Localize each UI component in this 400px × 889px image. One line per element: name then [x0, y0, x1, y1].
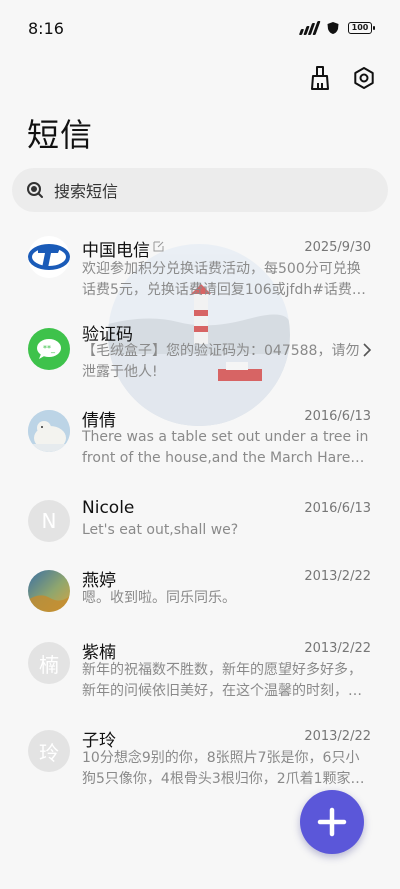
edit-icon: [153, 241, 164, 252]
letter-avatar: 楠: [28, 642, 70, 684]
polar-bear-photo-icon: [28, 410, 70, 452]
conversation-date: 2013/2/22: [304, 729, 371, 744]
new-message-button[interactable]: [300, 790, 364, 854]
settings-hexagon-icon: [354, 67, 374, 89]
search-icon: [27, 182, 43, 198]
sms-avatar: **_: [28, 328, 70, 370]
svg-text:**_: **_: [43, 344, 56, 353]
china-telecom-avatar: [28, 236, 70, 278]
clean-button[interactable]: [306, 64, 334, 92]
polar-bear-avatar: [28, 410, 70, 452]
top-actions: [306, 64, 378, 92]
conversation-preview: Let's eat out,shall we?: [82, 522, 239, 538]
search-placeholder: 搜索短信: [54, 182, 119, 201]
conversation-name: Nicole: [82, 498, 135, 518]
conversation-name: 中国电信: [82, 241, 150, 261]
conversation-row[interactable]: 倩倩 2016/6/13 There was a table set out u…: [0, 404, 400, 496]
conversation-date: 2016/6/13: [304, 409, 371, 424]
letter-avatar: N: [28, 500, 70, 542]
search-bar[interactable]: 搜索短信: [12, 168, 388, 212]
conversation-list: 中国电信 2025/9/30 欢迎参加积分兑换话费活动，每500分可兑换话费5元…: [0, 226, 400, 822]
page-title: 短信: [27, 116, 94, 154]
conversation-preview: 欢迎参加积分兑换话费活动，每500分可兑换话费5元，兑换话费请回复106或jfd…: [82, 261, 366, 298]
settings-button[interactable]: [350, 64, 378, 92]
status-bar: 8:16 100: [0, 0, 400, 56]
conversation-preview: 嗯。收到啦。同乐同乐。: [82, 590, 236, 606]
battery-icon: 100: [348, 22, 375, 34]
chevron-right-icon[interactable]: [362, 342, 372, 358]
conversation-date: 2025/9/30: [304, 240, 371, 255]
conversation-row[interactable]: **_ 验证码 【毛绒盒子】您的验证码为：047588，请勿泄露于他人!: [0, 318, 400, 404]
signal-icon: [298, 21, 321, 35]
conversation-date: 2013/2/22: [304, 569, 371, 584]
status-time: 8:16: [28, 18, 64, 38]
conversation-preview: 【毛绒盒子】您的验证码为：047588，请勿泄露于他人!: [82, 343, 360, 380]
shield-icon: [327, 22, 339, 34]
conversation-row[interactable]: N Nicole 2016/6/13 Let's eat out,shall w…: [0, 496, 400, 566]
conversation-row[interactable]: 楠 紫楠 2013/2/22 新年的祝福数不胜数，新年的愿望好多好多，新年的问候…: [0, 638, 400, 730]
conversation-preview: 新年的祝福数不胜数，新年的愿望好多好多，新年的问候依旧美好，在这个温馨的时刻，…: [82, 662, 362, 699]
china-telecom-logo-icon: [28, 244, 70, 270]
plus-icon: [317, 807, 347, 837]
message-bubble-icon: **_: [37, 339, 61, 359]
conversation-row[interactable]: 燕婷 2013/2/22 嗯。收到啦。同乐同乐。: [0, 566, 400, 638]
status-icons: 100: [298, 21, 375, 35]
conversation-preview: There was a table set out under a tree i…: [82, 429, 369, 466]
conversation-date: 2013/2/22: [304, 641, 371, 656]
landscape-photo-icon: [28, 570, 70, 612]
letter-avatar: 玲: [28, 730, 70, 772]
conversation-date: 2016/6/13: [304, 501, 371, 516]
brush-icon: [311, 66, 329, 90]
conversation-row[interactable]: 中国电信 2025/9/30 欢迎参加积分兑换话费活动，每500分可兑换话费5元…: [0, 226, 400, 318]
conversation-preview: 10分想念9别的你，8张照片7张是你，6只小狗5只像你，4根骨头3根归你，2爪着…: [82, 750, 365, 787]
landscape-avatar: [28, 570, 70, 612]
